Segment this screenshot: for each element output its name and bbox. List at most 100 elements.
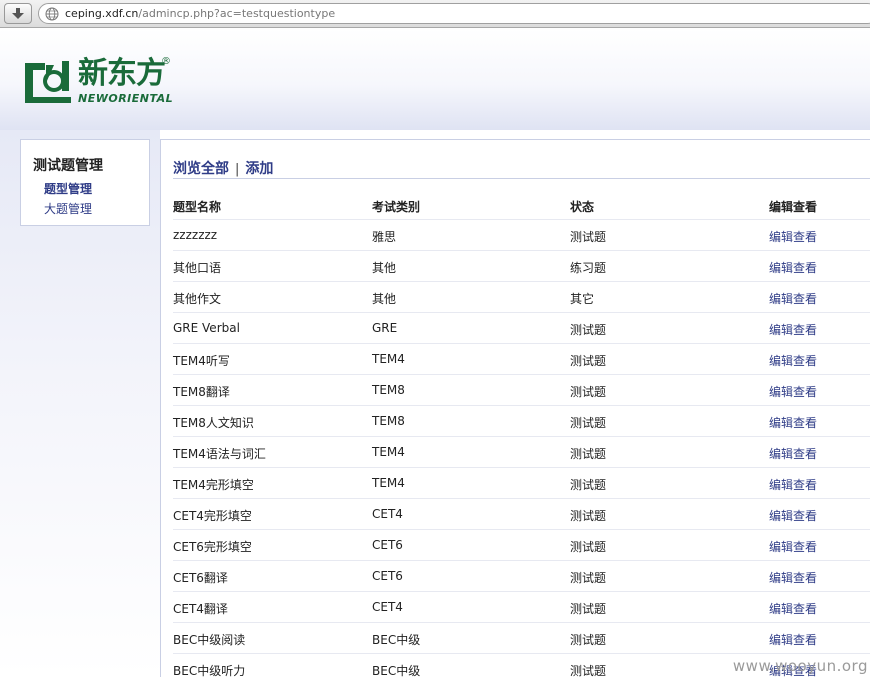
- sidebar-item-major-question[interactable]: 大题管理: [44, 200, 92, 217]
- cell-status: 练习题: [570, 261, 607, 275]
- cell-exam-category: BEC中级: [372, 664, 421, 677]
- cell-type-name: CET6翻译: [173, 571, 228, 585]
- edit-view-link[interactable]: 编辑查看: [769, 383, 817, 400]
- table-row: TEM4语法与词汇 TEM4 测试题 编辑查看: [173, 437, 870, 468]
- edit-view-link[interactable]: 编辑查看: [769, 228, 817, 245]
- cell-status: 测试题: [570, 385, 607, 399]
- header-status: 状态: [570, 200, 595, 214]
- cell-exam-category: TEM4: [372, 476, 405, 490]
- cell-type-name: GRE Verbal: [173, 321, 240, 335]
- table-row: 其他口语 其他 练习题 编辑查看: [173, 251, 870, 282]
- cell-type-name: CET6完形填空: [173, 540, 252, 554]
- edit-view-link[interactable]: 编辑查看: [769, 321, 817, 338]
- cell-exam-category: 其他: [372, 261, 397, 275]
- cell-type-name: BEC中级听力: [173, 664, 246, 677]
- cell-status: 测试题: [570, 571, 607, 585]
- cell-exam-category: TEM4: [372, 352, 405, 366]
- cell-status: 测试题: [570, 509, 607, 523]
- cell-type-name: CET4翻译: [173, 602, 228, 616]
- logo-chinese-text: 新东方: [78, 56, 166, 91]
- cell-type-name: zzzzzzz: [173, 228, 218, 242]
- table-row: CET6翻译 CET6 测试题 编辑查看: [173, 561, 870, 592]
- table-row: GRE Verbal GRE 测试题 编辑查看: [173, 313, 870, 344]
- table-row: TEM8人文知识 TEM8 测试题 编辑查看: [173, 406, 870, 437]
- edit-view-link[interactable]: 编辑查看: [769, 259, 817, 276]
- cell-exam-category: BEC中级: [372, 633, 421, 647]
- table-row: CET6完形填空 CET6 测试题 编辑查看: [173, 530, 870, 561]
- cell-type-name: BEC中级阅读: [173, 633, 246, 647]
- table-row: CET4翻译 CET4 测试题 编辑查看: [173, 592, 870, 623]
- action-tabs: 浏览全部 | 添加: [173, 158, 273, 178]
- table-row: TEM8翻译 TEM8 测试题 编辑查看: [173, 375, 870, 406]
- cell-exam-category: CET6: [372, 538, 403, 552]
- cell-type-name: TEM4听写: [173, 354, 230, 368]
- question-type-table: 题型名称 考试类别 状态 编辑查看 zzzzzzz 雅思 测试题 编辑查看 其他口语 其他…: [173, 189, 870, 677]
- edit-view-link[interactable]: 编辑查看: [769, 352, 817, 369]
- table-header-row: 题型名称 考试类别 状态 编辑查看: [173, 189, 870, 220]
- header-edit-view: 编辑查看: [769, 200, 818, 214]
- site-header: 新东方 ® NEWORIENTAL: [0, 29, 870, 130]
- sidebar-item-question-type[interactable]: 题型管理: [44, 180, 92, 197]
- download-button[interactable]: [4, 3, 32, 24]
- table-row: TEM4完形填空 TEM4 测试题 编辑查看: [173, 468, 870, 499]
- globe-icon: [45, 7, 59, 21]
- tab-separator: |: [235, 162, 240, 177]
- cell-type-name: CET4完形填空: [173, 509, 252, 523]
- table-row: TEM4听写 TEM4 测试题 编辑查看: [173, 344, 870, 375]
- edit-view-link[interactable]: 编辑查看: [769, 507, 817, 524]
- edit-view-link[interactable]: 编辑查看: [769, 600, 817, 617]
- cell-type-name: TEM8人文知识: [173, 416, 254, 430]
- cell-exam-category: 其他: [372, 292, 397, 306]
- table-row: zzzzzzz 雅思 测试题 编辑查看: [173, 220, 870, 251]
- cell-status: 测试题: [570, 602, 607, 616]
- edit-view-link[interactable]: 编辑查看: [769, 414, 817, 431]
- neworiental-logo[interactable]: 新东方 ® NEWORIENTAL: [24, 56, 184, 109]
- cell-status: 测试题: [570, 664, 607, 677]
- cell-type-name: TEM4语法与词汇: [173, 447, 266, 461]
- cell-type-name: 其他口语: [173, 261, 222, 275]
- watermark: www.wooyun.org: [732, 657, 868, 675]
- cell-status: 其它: [570, 292, 595, 306]
- edit-view-link[interactable]: 编辑查看: [769, 445, 817, 462]
- cell-status: 测试题: [570, 633, 607, 647]
- table-row: CET4完形填空 CET4 测试题 编辑查看: [173, 499, 870, 530]
- cell-status: 测试题: [570, 230, 607, 244]
- logo-english-text: NEWORIENTAL: [78, 92, 174, 105]
- table-row: BEC中级阅读 BEC中级 测试题 编辑查看: [173, 623, 870, 654]
- cell-exam-category: TEM8: [372, 414, 405, 428]
- edit-view-link[interactable]: 编辑查看: [769, 538, 817, 555]
- cell-type-name: TEM4完形填空: [173, 478, 254, 492]
- url-path: /admincp.php?ac=testquestiontype: [138, 7, 336, 20]
- browse-all-link[interactable]: 浏览全部: [173, 161, 229, 177]
- edit-view-link[interactable]: 编辑查看: [769, 569, 817, 586]
- url-text: ceping.xdf.cn/admincp.php?ac=testquestio…: [65, 7, 335, 20]
- add-link[interactable]: 添加: [245, 161, 273, 177]
- url-host: ceping.xdf.cn: [65, 7, 139, 20]
- cell-exam-category: CET6: [372, 569, 403, 583]
- cell-status: 测试题: [570, 354, 607, 368]
- cell-status: 测试题: [570, 447, 607, 461]
- download-arrow-icon: [12, 7, 24, 19]
- sidebar-title: 测试题管理: [33, 158, 103, 174]
- cell-status: 测试题: [570, 416, 607, 430]
- cell-exam-category: 雅思: [372, 230, 397, 244]
- cell-exam-category: TEM4: [372, 445, 405, 459]
- edit-view-link[interactable]: 编辑查看: [769, 290, 817, 307]
- table-row: 其他作文 其他 其它 编辑查看: [173, 282, 870, 313]
- logo-mark-icon: [25, 61, 71, 103]
- address-bar[interactable]: ceping.xdf.cn/admincp.php?ac=testquestio…: [38, 3, 870, 24]
- edit-view-link[interactable]: 编辑查看: [769, 631, 817, 648]
- cell-exam-category: TEM8: [372, 383, 405, 397]
- cell-exam-category: GRE: [372, 321, 398, 335]
- cell-exam-category: CET4: [372, 507, 403, 521]
- edit-view-link[interactable]: 编辑查看: [769, 476, 817, 493]
- cell-status: 测试题: [570, 478, 607, 492]
- header-type-name: 题型名称: [173, 200, 222, 214]
- cell-type-name: 其他作文: [173, 292, 222, 306]
- sidebar: 测试题管理 题型管理 大题管理: [20, 139, 150, 226]
- browser-toolbar: ceping.xdf.cn/admincp.php?ac=testquestio…: [0, 0, 870, 28]
- header-exam-category: 考试类别: [372, 200, 421, 214]
- cell-status: 测试题: [570, 540, 607, 554]
- cell-status: 测试题: [570, 323, 607, 337]
- tabs-divider: [173, 178, 870, 179]
